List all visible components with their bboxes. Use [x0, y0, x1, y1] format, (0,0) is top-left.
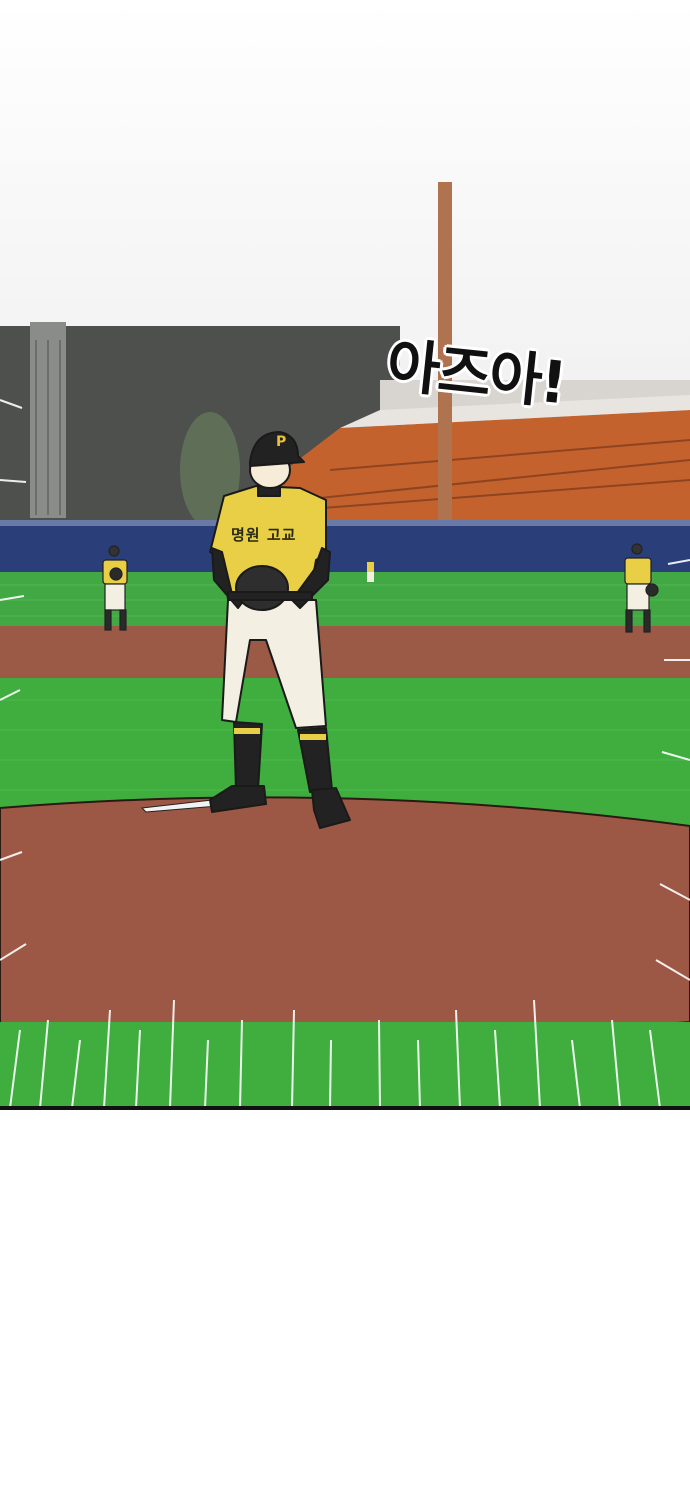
- base-path-dirt: [0, 626, 690, 680]
- jersey-lettering: 명원 고교: [231, 526, 297, 544]
- distant-fielder: [367, 562, 374, 582]
- pitchers-mound: [0, 796, 690, 1040]
- panel-gutter: [0, 1110, 690, 1500]
- cap-logo-letter: P: [276, 434, 287, 450]
- baseball-field-scene: [0, 0, 690, 1109]
- comic-panel: P 명원 고교 아즈아!: [0, 0, 690, 1110]
